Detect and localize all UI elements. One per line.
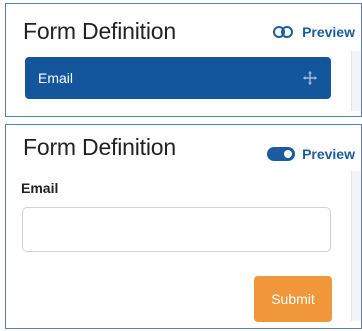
page-title: Form Definition [23, 134, 176, 160]
email-field-label: Email [21, 180, 59, 196]
toggle-off-icon[interactable] [273, 26, 295, 38]
toggle-on-icon[interactable] [267, 147, 296, 161]
submit-button[interactable]: Submit [254, 276, 332, 322]
form-definition-panel-editor: Form Definition Preview Email [5, 3, 362, 117]
page-title: Form Definition [23, 18, 176, 44]
side-panel-edge [351, 51, 361, 111]
field-card-label: Email [38, 70, 74, 86]
email-field[interactable] [22, 207, 331, 252]
preview-toggle[interactable]: Preview [273, 24, 355, 40]
preview-toggle[interactable]: Preview [267, 146, 355, 162]
preview-label: Preview [302, 24, 355, 40]
email-field-card[interactable]: Email [25, 57, 331, 99]
side-panel-edge [351, 171, 361, 321]
preview-label: Preview [302, 146, 355, 162]
form-definition-panel-preview: Form Definition Preview Email Submit [5, 124, 362, 329]
move-icon[interactable] [303, 71, 317, 85]
